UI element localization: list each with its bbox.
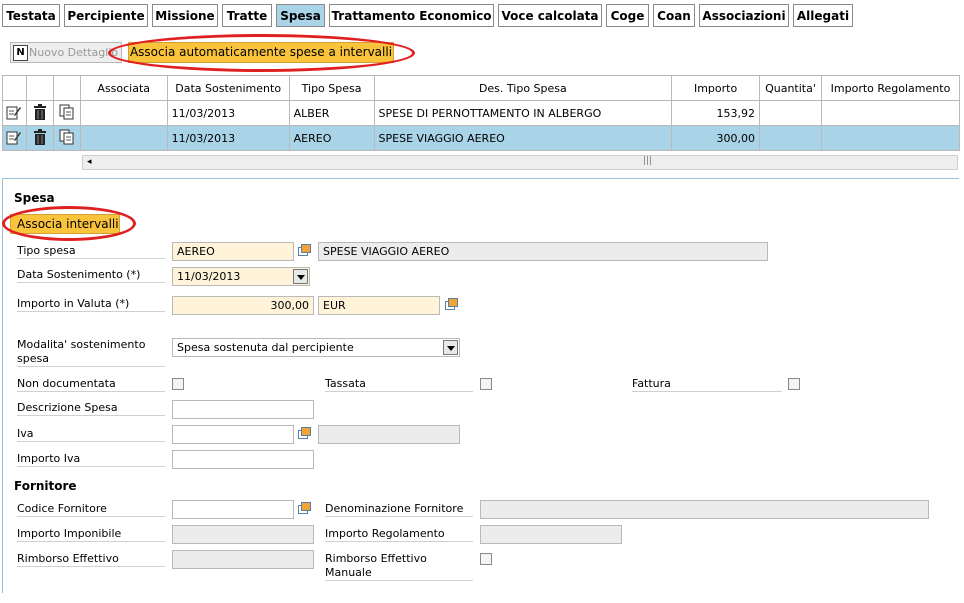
table-row[interactable]: 11/03/2013 ALBER SPESE DI PERNOTTAMENTO … bbox=[2, 100, 961, 126]
tab-bar: Testata Percipiente Missione Tratte Spes… bbox=[0, 0, 964, 30]
lookup-icon[interactable] bbox=[445, 298, 458, 310]
spese-table: Associata Data Sostenimento Tipo Spesa D… bbox=[2, 75, 961, 151]
denominazione-fornitore-field bbox=[480, 500, 929, 519]
tab-tratte[interactable]: Tratte bbox=[222, 4, 272, 27]
data-sostenimento-select[interactable]: 11/03/2013 bbox=[172, 267, 310, 286]
importo-valuta-label: Importo in Valuta (*) bbox=[17, 297, 165, 312]
chevron-down-icon[interactable] bbox=[443, 340, 458, 355]
cell-associata bbox=[79, 125, 168, 151]
rimborso-effettivo-manuale-label: Rimborso Effettivo Manuale bbox=[325, 552, 473, 581]
codice-fornitore-label: Codice Fornitore bbox=[17, 502, 165, 517]
cell-tipo: ALBER bbox=[288, 100, 375, 126]
importo-regolamento-field bbox=[480, 525, 622, 544]
tab-trattamento-economico[interactable]: Trattamento Economico bbox=[329, 4, 494, 27]
importo-iva-label: Importo Iva bbox=[17, 452, 165, 467]
cell-quantita bbox=[758, 125, 822, 151]
tab-spesa[interactable]: Spesa bbox=[276, 4, 325, 27]
tab-voce-calcolata[interactable]: Voce calcolata bbox=[498, 4, 602, 27]
copy-icon[interactable] bbox=[52, 100, 81, 126]
cell-data: 11/03/2013 bbox=[166, 125, 290, 151]
importo-valuta-field[interactable]: 300,00 bbox=[172, 296, 314, 315]
importo-imponibile-label: Importo Imponibile bbox=[17, 527, 165, 542]
delete-icon[interactable] bbox=[25, 100, 54, 126]
tab-missione[interactable]: Missione bbox=[152, 4, 218, 27]
col-header-data-sostenimento[interactable]: Data Sostenimento bbox=[166, 75, 290, 101]
data-sostenimento-label: Data Sostenimento (*) bbox=[17, 268, 165, 283]
spesa-section-title: Spesa bbox=[14, 191, 55, 205]
cell-tipo: AEREO bbox=[288, 125, 375, 151]
tab-allegati[interactable]: Allegati bbox=[793, 4, 853, 27]
valuta-field[interactable]: EUR bbox=[318, 296, 440, 315]
col-header-importo-regolamento[interactable]: Importo Regolamento bbox=[820, 75, 961, 101]
tab-coan[interactable]: Coan bbox=[653, 4, 695, 27]
descrizione-spesa-label: Descrizione Spesa bbox=[17, 401, 165, 416]
edit-icon[interactable] bbox=[2, 125, 27, 151]
associa-intervalli-button[interactable]: Associa intervalli bbox=[10, 214, 120, 234]
non-documentata-checkbox[interactable] bbox=[172, 378, 184, 390]
tipo-spesa-label: Tipo spesa bbox=[17, 244, 165, 259]
new-detail-label: Nuovo Dettaglio bbox=[29, 46, 119, 59]
tab-testata[interactable]: Testata bbox=[2, 4, 60, 27]
lookup-icon[interactable] bbox=[298, 502, 311, 514]
rimborso-effettivo-field bbox=[172, 550, 314, 569]
cell-descrizione: SPESE VIAGGIO AEREO bbox=[373, 125, 673, 151]
cell-importo-regolamento bbox=[820, 100, 961, 126]
iva-code-field[interactable] bbox=[172, 425, 294, 444]
cell-quantita bbox=[758, 100, 822, 126]
col-header-importo[interactable]: Importo bbox=[671, 75, 760, 101]
delete-icon[interactable] bbox=[25, 125, 54, 151]
iva-label: Iva bbox=[17, 427, 165, 442]
iva-desc-field bbox=[318, 425, 460, 444]
fattura-label: Fattura bbox=[632, 377, 782, 392]
fornitore-section-title: Fornitore bbox=[14, 479, 77, 493]
table-header-row: Associata Data Sostenimento Tipo Spesa D… bbox=[2, 75, 961, 101]
copy-icon[interactable] bbox=[52, 125, 81, 151]
cell-data: 11/03/2013 bbox=[166, 100, 290, 126]
importo-iva-field[interactable] bbox=[172, 450, 314, 469]
tipo-spesa-desc-field: SPESE VIAGGIO AEREO bbox=[318, 242, 768, 261]
importo-imponibile-field bbox=[172, 525, 314, 544]
tab-percipiente[interactable]: Percipiente bbox=[64, 4, 148, 27]
data-sostenimento-value: 11/03/2013 bbox=[177, 270, 241, 283]
col-header-des-tipo-spesa[interactable]: Des. Tipo Spesa bbox=[373, 75, 673, 101]
descrizione-spesa-field[interactable] bbox=[172, 400, 314, 419]
rimborso-effettivo-label: Rimborso Effettivo bbox=[17, 552, 165, 567]
cell-associata bbox=[79, 100, 168, 126]
tab-associazioni[interactable]: Associazioni bbox=[699, 4, 789, 27]
scroll-grip-icon[interactable]: ||| bbox=[643, 156, 652, 166]
auto-associate-button[interactable]: Associa automaticamente spese a interval… bbox=[128, 42, 394, 63]
tassata-label: Tassata bbox=[325, 377, 473, 392]
col-header-associata[interactable]: Associata bbox=[79, 75, 168, 101]
modalita-select[interactable]: Spesa sostenuta dal percipiente bbox=[172, 338, 460, 357]
col-header-tipo-spesa[interactable]: Tipo Spesa bbox=[288, 75, 375, 101]
new-document-icon: N bbox=[13, 45, 28, 61]
codice-fornitore-field[interactable] bbox=[172, 500, 294, 519]
edit-icon[interactable] bbox=[2, 100, 27, 126]
table-row[interactable]: 11/03/2013 AEREO SPESE VIAGGIO AEREO 300… bbox=[2, 125, 961, 151]
tassata-checkbox[interactable] bbox=[480, 378, 492, 390]
denominazione-fornitore-label: Denominazione Fornitore bbox=[325, 502, 473, 517]
tab-coge[interactable]: Coge bbox=[606, 4, 649, 27]
rimborso-effettivo-manuale-checkbox[interactable] bbox=[480, 553, 492, 565]
horizontal-scrollbar[interactable]: ◂ ||| bbox=[82, 155, 958, 170]
importo-regolamento-label: Importo Regolamento bbox=[325, 527, 473, 542]
non-documentata-label: Non documentata bbox=[17, 377, 165, 392]
tipo-spesa-code-field[interactable]: AEREO bbox=[172, 242, 294, 261]
scroll-left-arrow-icon[interactable]: ◂ bbox=[87, 157, 92, 167]
modalita-label: Modalita' sostenimento spesa bbox=[17, 338, 165, 367]
cell-importo-regolamento bbox=[820, 125, 961, 151]
cell-descrizione: SPESE DI PERNOTTAMENTO IN ALBERGO bbox=[373, 100, 673, 126]
lookup-icon[interactable] bbox=[298, 427, 311, 439]
chevron-down-icon[interactable] bbox=[293, 269, 308, 284]
col-header-quantita[interactable]: Quantita' bbox=[758, 75, 822, 101]
cell-importo: 153,92 bbox=[671, 100, 760, 126]
lookup-icon[interactable] bbox=[298, 244, 311, 256]
cell-importo: 300,00 bbox=[671, 125, 760, 151]
modalita-value: Spesa sostenuta dal percipiente bbox=[177, 341, 354, 354]
fattura-checkbox[interactable] bbox=[788, 378, 800, 390]
new-detail-button[interactable]: N Nuovo Dettaglio bbox=[10, 42, 122, 63]
